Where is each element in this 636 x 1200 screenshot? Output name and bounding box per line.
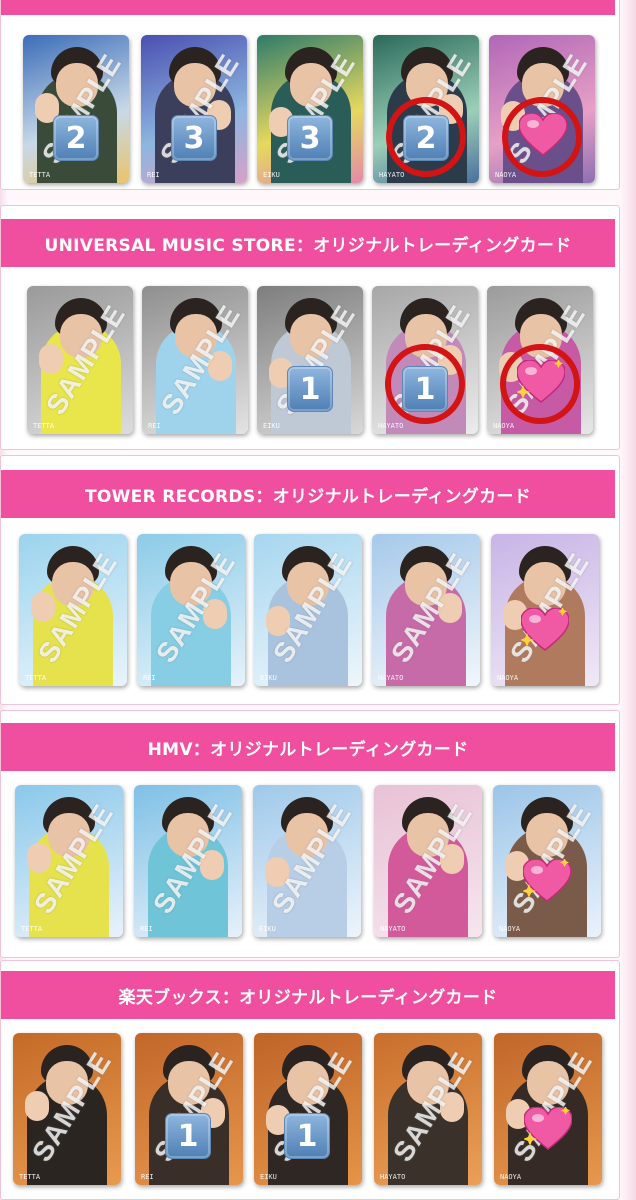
section-header: UNIVERSAL MUSIC STORE：オリジナルトレーディングカード — [1, 219, 615, 267]
member-name: TETTA — [29, 171, 51, 179]
member-hand — [39, 344, 63, 374]
count-badge: 1 — [287, 366, 333, 412]
card-row: SAMPLE TETTA SAMPLE REI 1 SAMPLE EIKU 1 SAMPLE HA… — [1, 1033, 621, 1193]
trading-card-rei[interactable]: SAMPLE REI — [134, 785, 242, 937]
member-name: HAYATO — [378, 674, 404, 682]
trading-card-tetta[interactable]: SAMPLE TETTA — [13, 1033, 121, 1185]
trading-card-rei[interactable]: SAMPLE REI — [137, 534, 245, 686]
member-name: TETTA — [33, 422, 55, 430]
count-badge: 1 — [165, 1113, 211, 1159]
member-name: EIKU — [259, 925, 276, 933]
section-universal-music-store: UNIVERSAL MUSIC STORE：オリジナルトレーディングカード SA… — [0, 205, 620, 450]
section-header: 楽天ブックス：オリジナルトレーディングカード — [1, 971, 615, 1019]
section-title: UNIVERSAL MUSIC STORE：オリジナルトレーディングカード — [44, 235, 572, 256]
member-name: TETTA — [21, 925, 43, 933]
card-row: SAMPLE TETTA SAMPLE REI SAMPLE EIKU SAMPLE HAYA… — [1, 534, 621, 694]
member-name: HAYATO — [378, 422, 404, 430]
trading-card-hayato[interactable]: SAMPLE HAYATO — [372, 534, 480, 686]
section-title: TOWER RECORDS：オリジナルトレーディングカード — [84, 486, 531, 507]
card-row: SAMPLE TETTA SAMPLE REI SAMPLE EIKU SAMPLE NAYA… — [1, 785, 621, 945]
member-hand — [27, 843, 51, 873]
member-name: REI — [141, 1173, 154, 1181]
highlight-circle — [502, 97, 582, 177]
section-0: SAMPLE TETTA 2 SAMPLE REI 3 SAMPLE EIKU 3 SAMPLE H… — [0, 0, 620, 190]
trading-card-eiku[interactable]: SAMPLE EIKU — [254, 534, 362, 686]
highlight-circle — [500, 344, 580, 424]
member-name: REI — [148, 422, 161, 430]
count-badge: 3 — [287, 115, 333, 161]
trading-card-nayato[interactable]: SAMPLE NAYATO — [374, 785, 482, 937]
section-header — [1, 0, 615, 15]
member-name: NAOYA — [493, 422, 515, 430]
count-badge: 2 — [53, 115, 99, 161]
member-name: REI — [140, 925, 153, 933]
member-name: TETTA — [19, 1173, 41, 1181]
trading-card-rei[interactable]: SAMPLE REI — [135, 1033, 243, 1185]
trading-card-eiku[interactable]: SAMPLE EIKU — [254, 1033, 362, 1185]
member-name: EIKU — [263, 171, 280, 179]
sparkling-heart-icon — [524, 1107, 572, 1150]
member-hand — [25, 1091, 49, 1121]
member-name: REI — [143, 674, 156, 682]
member-name: REI — [147, 171, 160, 179]
trading-card-tetta[interactable]: SAMPLE TETTA — [27, 286, 133, 434]
member-name: EIKU — [260, 674, 277, 682]
member-name: TETTA — [25, 674, 47, 682]
member-name: NAYATO — [380, 925, 406, 933]
highlight-circle — [385, 344, 465, 424]
trading-card-tetta[interactable]: SAMPLE TETTA — [15, 785, 123, 937]
count-badge: 3 — [171, 115, 217, 161]
section-title: HMV：オリジナルトレーディングカード — [147, 739, 469, 760]
member-name: NAOYA — [500, 1173, 522, 1181]
member-name: NAOYA — [497, 674, 519, 682]
member-name: NAOYA — [499, 925, 521, 933]
count-badge: 1 — [284, 1113, 330, 1159]
trading-card-hayato[interactable]: SAMPLE HAYATO — [374, 1033, 482, 1185]
section-title: 楽天ブックス：オリジナルトレーディングカード — [118, 987, 498, 1008]
member-name: EIKU — [260, 1173, 277, 1181]
section-header: HMV：オリジナルトレーディングカード — [1, 723, 615, 771]
section-header: TOWER RECORDS：オリジナルトレーディングカード — [1, 470, 615, 518]
trading-card-rei[interactable]: SAMPLE REI — [142, 286, 248, 434]
sparkling-heart-icon — [523, 859, 571, 902]
trading-card-eiku[interactable]: SAMPLE EIKU — [253, 785, 361, 937]
section-tower-records: TOWER RECORDS：オリジナルトレーディングカード SAMPLE TETT… — [0, 455, 620, 705]
member-name: NAOYA — [495, 171, 517, 179]
member-hand — [31, 592, 55, 622]
trading-card-tetta[interactable]: SAMPLE TETTA — [19, 534, 127, 686]
member-name: EIKU — [263, 422, 280, 430]
section-rakuten-books: 楽天ブックス：オリジナルトレーディングカード SAMPLE TETTA SAMPLE… — [0, 960, 620, 1200]
sparkling-heart-icon — [521, 608, 569, 651]
section-hmv: HMV：オリジナルトレーディングカード SAMPLE TETTA SAMPLE REI… — [0, 710, 620, 958]
member-name: HAYATO — [379, 171, 405, 179]
highlight-circle — [386, 97, 466, 177]
card-row: SAMPLE TETTA SAMPLE REI SAMPLE EIKU 1 SAMPLE HAY… — [1, 286, 621, 446]
page: SAMPLE TETTA 2 SAMPLE REI 3 SAMPLE EIKU 3 SAMPLE H… — [0, 0, 636, 1200]
card-row: SAMPLE TETTA 2 SAMPLE REI 3 SAMPLE EIKU 3 SAMPLE H… — [1, 35, 621, 195]
member-name: HAYATO — [380, 1173, 406, 1181]
